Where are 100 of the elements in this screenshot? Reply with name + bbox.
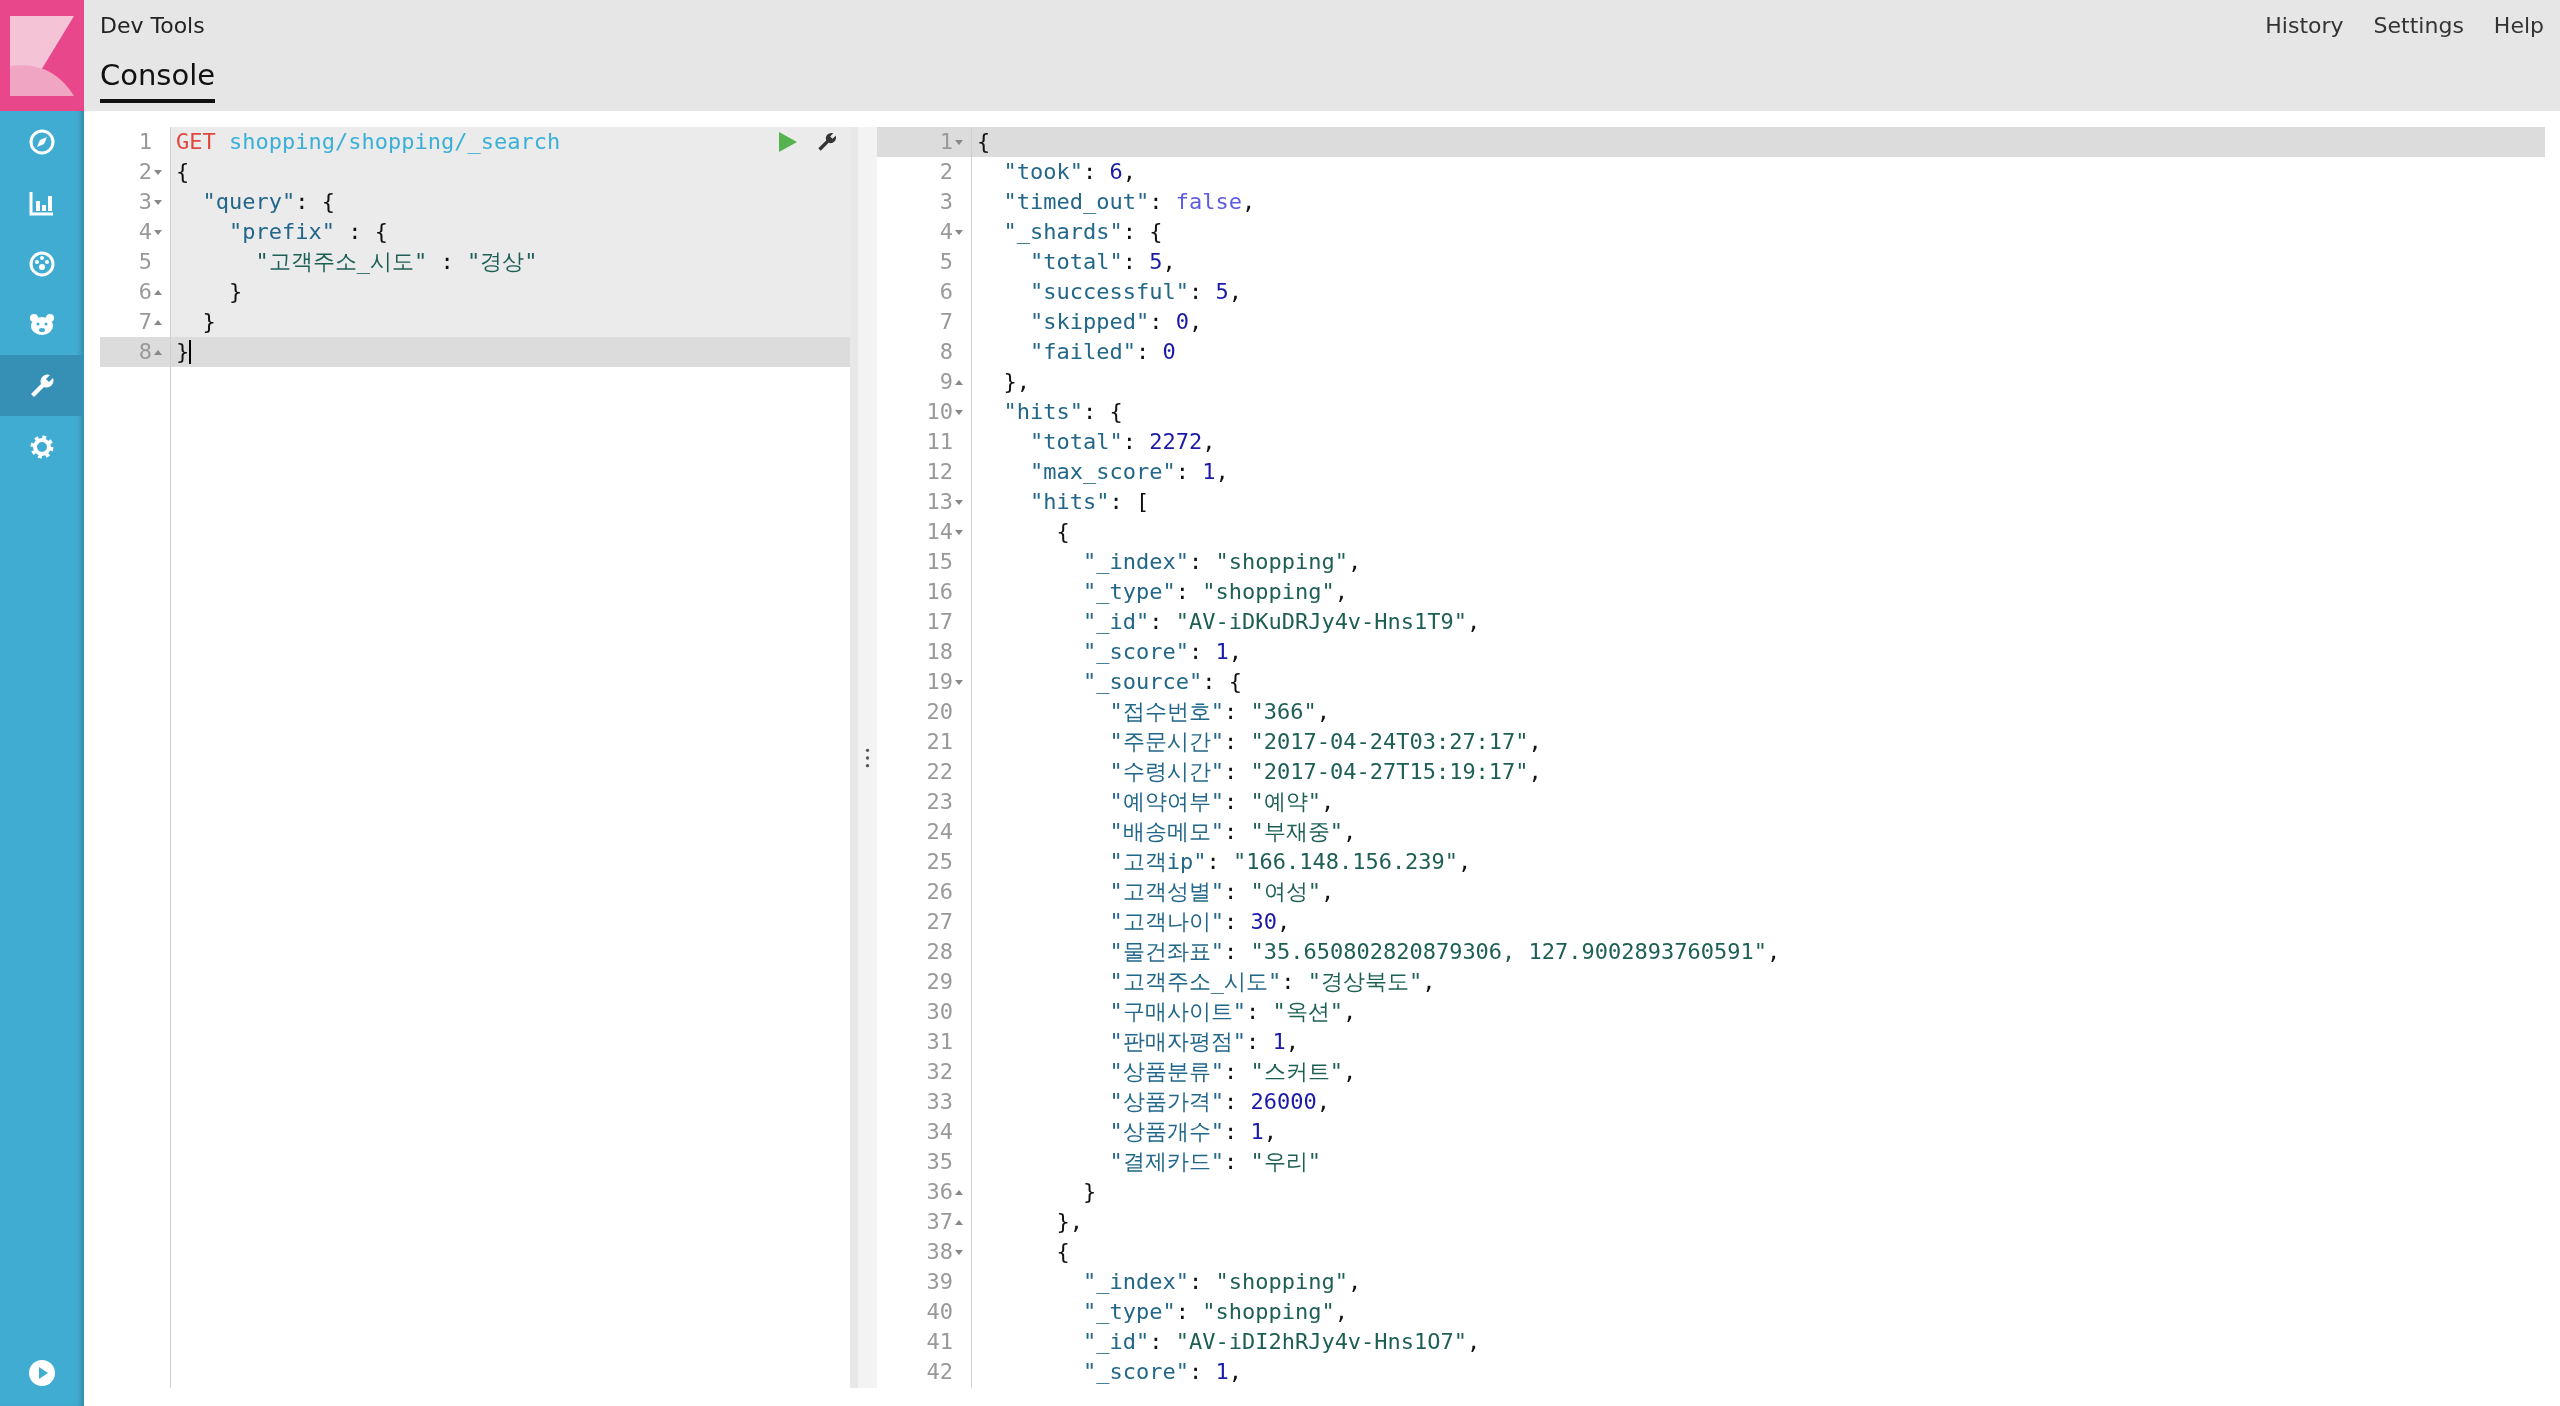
menu-link[interactable]: History bbox=[2265, 12, 2344, 38]
fold-arrow-icon[interactable] bbox=[154, 229, 162, 235]
line-number: 14 bbox=[926, 518, 954, 546]
fold-arrow-icon[interactable] bbox=[955, 499, 963, 505]
code-line: "배송메모": "부재중", bbox=[1108, 818, 1357, 846]
line-number: 40 bbox=[926, 1298, 954, 1326]
compass-icon bbox=[28, 127, 56, 156]
fold-arrow-icon[interactable] bbox=[955, 679, 963, 685]
code-line: "_score": 1, bbox=[1081, 638, 1242, 666]
line-number: 24 bbox=[926, 818, 954, 846]
line-number: 1 bbox=[939, 128, 954, 156]
code-line: "_shards": { bbox=[1002, 218, 1163, 246]
code-line: { bbox=[1055, 518, 1070, 546]
fold-arrow-icon[interactable] bbox=[955, 409, 963, 415]
code-line: "_score": 1, bbox=[1081, 1358, 1242, 1386]
gauge-icon bbox=[28, 249, 56, 278]
line-number: 22 bbox=[926, 758, 954, 786]
line-number: 29 bbox=[926, 968, 954, 996]
code-line: "상품분류": "스커트", bbox=[1108, 1058, 1357, 1086]
line-number: 4 bbox=[138, 218, 153, 246]
code-line: }, bbox=[1055, 1208, 1083, 1236]
code-line: "예약여부": "예약", bbox=[1108, 788, 1335, 816]
code-line: "상품개수": 1, bbox=[1108, 1118, 1277, 1146]
line-number: 36 bbox=[926, 1178, 954, 1206]
line-number: 13 bbox=[926, 488, 954, 516]
request-editor[interactable]: 1 GET shopping/shopping/_search 2 { 3 "query": { 4 "prefix" : { 5 "고객주소_시도" : "경상" 6 } 7 } 8 } bbox=[100, 127, 850, 1388]
menu-link[interactable]: Settings bbox=[2373, 12, 2464, 38]
logo-icon bbox=[0, 0, 84, 111]
line-number: 9 bbox=[939, 368, 954, 396]
code-line: "고객나이": 30, bbox=[1108, 908, 1291, 936]
line-number: 12 bbox=[926, 458, 954, 486]
line-number: 30 bbox=[926, 998, 954, 1026]
line-number: 4 bbox=[939, 218, 954, 246]
fold-arrow-icon[interactable] bbox=[955, 1249, 963, 1255]
code-line: "결제카드": "우리" bbox=[1108, 1148, 1321, 1176]
code-line: "failed": 0 bbox=[1028, 338, 1176, 366]
code-line: "total": 2272, bbox=[1028, 428, 1216, 456]
code-line: { bbox=[176, 158, 190, 186]
code-line: "successful": 5, bbox=[1028, 278, 1242, 306]
line-number: 7 bbox=[939, 308, 954, 336]
console-tab[interactable]: Console bbox=[100, 58, 216, 103]
line-number: 11 bbox=[926, 428, 954, 456]
menu-link[interactable]: Help bbox=[2493, 12, 2544, 38]
code-line: "주문시간": "2017-04-24T03:27:17", bbox=[1108, 728, 1542, 756]
fold-arrow-icon[interactable] bbox=[955, 529, 963, 535]
code-line: "_id": "AV-iDKuDRJy4v-Hns1T9", bbox=[1081, 608, 1481, 636]
fold-arrow-icon[interactable] bbox=[955, 1219, 963, 1225]
line-number: 1 bbox=[138, 128, 153, 156]
code-line: "_index": "shopping", bbox=[1081, 1268, 1362, 1296]
fold-arrow-icon[interactable] bbox=[955, 1189, 963, 1195]
code-line: "max_score": 1, bbox=[1028, 458, 1229, 486]
fold-arrow-icon[interactable] bbox=[154, 199, 162, 205]
run-play-icon[interactable] bbox=[776, 131, 798, 153]
wrench-icon[interactable] bbox=[816, 131, 838, 153]
code-line: "took": 6, bbox=[1002, 158, 1136, 186]
fold-arrow-icon[interactable] bbox=[154, 349, 162, 355]
code-line: "timed_out": false, bbox=[1002, 188, 1256, 216]
resize-handle-icon[interactable] bbox=[865, 746, 870, 769]
code-line: "고객주소_시도" : "경상" bbox=[254, 248, 538, 276]
code-line: "_source": { bbox=[1081, 668, 1242, 696]
line-number: 5 bbox=[138, 248, 153, 276]
line-number: 16 bbox=[926, 578, 954, 606]
line-number: 23 bbox=[926, 788, 954, 816]
code-line: "skipped": 0, bbox=[1028, 308, 1203, 336]
line-number: 6 bbox=[939, 278, 954, 306]
fold-arrow-icon[interactable] bbox=[154, 289, 162, 295]
line-number: 19 bbox=[926, 668, 954, 696]
line-number: 6 bbox=[138, 278, 153, 306]
code-line: } bbox=[227, 278, 243, 306]
code-line: "상품가격": 26000, bbox=[1108, 1088, 1330, 1116]
code-line: "수령시간": "2017-04-27T15:19:17", bbox=[1108, 758, 1542, 786]
code-line: "고객성별": "여성", bbox=[1108, 878, 1335, 906]
line-number: 31 bbox=[926, 1028, 954, 1056]
fold-arrow-icon[interactable] bbox=[955, 139, 963, 145]
fold-arrow-icon[interactable] bbox=[955, 379, 963, 385]
code-line: "_id": "AV-iDI2hRJy4v-Hns1O7", bbox=[1081, 1328, 1481, 1356]
code-line: { bbox=[1055, 1238, 1070, 1266]
fold-arrow-icon[interactable] bbox=[955, 229, 963, 235]
fold-arrow-icon[interactable] bbox=[154, 319, 162, 325]
line-number: 8 bbox=[138, 338, 153, 366]
line-number: 17 bbox=[926, 608, 954, 636]
code-line: { bbox=[977, 128, 991, 156]
line-number: 28 bbox=[926, 938, 954, 966]
fold-arrow-icon[interactable] bbox=[154, 169, 162, 175]
code-line: "query": { bbox=[201, 188, 335, 216]
code-line: "물건좌표": "35.650802820879306, 127.9002893760591", bbox=[1108, 938, 1781, 966]
line-number: 10 bbox=[926, 398, 954, 426]
line-number: 42 bbox=[926, 1358, 954, 1386]
code-line: "고객주소_시도": "경상북도", bbox=[1108, 968, 1436, 996]
line-number: 38 bbox=[926, 1238, 954, 1266]
code-line: "_index": "shopping", bbox=[1081, 548, 1362, 576]
line-number: 8 bbox=[939, 338, 954, 366]
line-number: 41 bbox=[926, 1328, 954, 1356]
line-number: 25 bbox=[926, 848, 954, 876]
line-number: 34 bbox=[926, 1118, 954, 1146]
code-line: GET shopping/shopping/_search bbox=[176, 128, 561, 156]
wrench-nav-button[interactable] bbox=[0, 355, 84, 416]
code-line: "_type": "shopping", bbox=[1081, 1298, 1348, 1326]
app-title: Dev Tools bbox=[100, 12, 205, 38]
code-line: "구매사이트": "옥션", bbox=[1108, 998, 1357, 1026]
